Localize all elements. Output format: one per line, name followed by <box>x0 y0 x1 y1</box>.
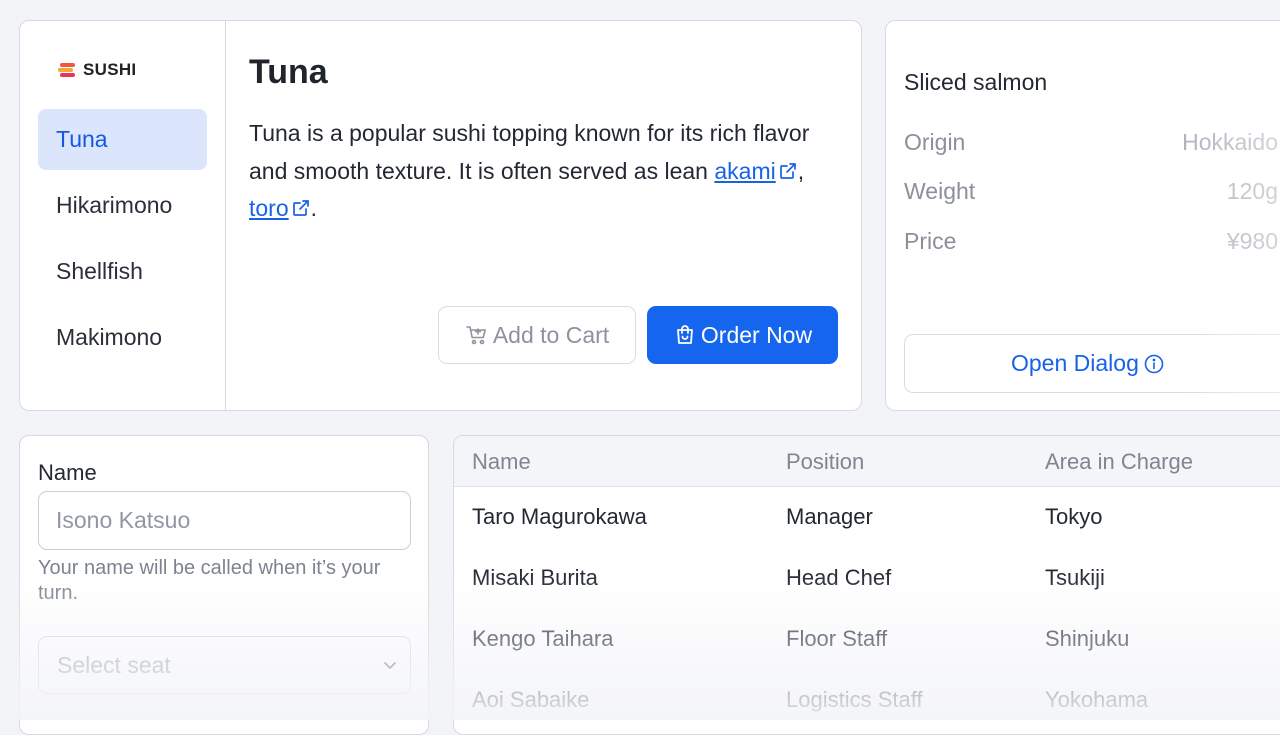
sidebar-item-hikarimono[interactable]: Hikarimono <box>38 175 207 236</box>
link-akami-label: akami <box>714 158 775 184</box>
name-field-label: Name <box>38 460 97 486</box>
salmon-title: Sliced salmon <box>904 69 1047 96</box>
cell-area: Shinjuku <box>1045 626 1129 652</box>
product-card: SUSHI Tuna Hikarimono Shellfish Makimono… <box>19 20 862 411</box>
add-to-cart-button[interactable]: Add to Cart <box>438 306 636 364</box>
seat-select[interactable]: Select seat <box>38 636 411 694</box>
product-content: Tuna Tuna is a popular sushi topping kno… <box>249 21 861 410</box>
add-to-cart-label: Add to Cart <box>493 322 609 349</box>
open-dialog-button[interactable]: Open Dialog <box>904 334 1280 393</box>
product-title: Tuna <box>249 53 328 92</box>
name-help-text: Your name will be called when it’s your … <box>38 556 398 606</box>
reservation-form-card: Name Your name will be called when it’s … <box>19 435 429 735</box>
order-now-label: Order Now <box>701 322 812 349</box>
sidebar: SUSHI Tuna Hikarimono Shellfish Makimono <box>20 21 226 410</box>
spec-value: Hokkaido <box>1182 129 1278 156</box>
cell-name: Kengo Taihara <box>472 626 614 652</box>
cell-position: Logistics Staff <box>786 687 923 713</box>
link-toro-label: toro <box>249 195 289 221</box>
spec-value: ¥980 <box>1227 228 1278 255</box>
cell-area: Tsukiji <box>1045 565 1105 591</box>
cell-position: Floor Staff <box>786 626 887 652</box>
link-separator: , <box>798 158 804 184</box>
spec-row-weight: Weight 120g <box>904 178 1278 205</box>
spec-key: Price <box>904 228 956 255</box>
table-row[interactable]: Kengo Taihara Floor Staff Shinjuku <box>454 609 1280 670</box>
cell-name: Taro Magurokawa <box>472 504 647 530</box>
sidebar-item-makimono[interactable]: Makimono <box>38 307 207 368</box>
staff-table: Name Position Area in Charge Taro Maguro… <box>453 435 1280 735</box>
link-toro[interactable]: toro <box>249 195 311 221</box>
sushi-logo-icon <box>58 63 76 77</box>
brand-name: SUSHI <box>83 60 136 80</box>
order-now-button[interactable]: Order Now <box>647 306 838 364</box>
info-icon <box>1143 353 1165 375</box>
product-description: Tuna is a popular sushi topping known fo… <box>249 115 834 228</box>
spec-value: 120g <box>1227 178 1278 205</box>
sidebar-item-shellfish[interactable]: Shellfish <box>38 241 207 302</box>
column-header-name[interactable]: Name <box>472 449 531 475</box>
sidebar-item-tuna[interactable]: Tuna <box>38 109 207 170</box>
seat-select-placeholder: Select seat <box>57 652 171 679</box>
external-link-icon <box>778 161 798 181</box>
cell-area: Yokohama <box>1045 687 1148 713</box>
cell-position: Head Chef <box>786 565 891 591</box>
spec-key: Origin <box>904 129 965 156</box>
shopping-bag-icon <box>673 323 697 347</box>
spec-row-price: Price ¥980 <box>904 228 1278 255</box>
name-input[interactable] <box>38 491 411 550</box>
open-dialog-label: Open Dialog <box>1011 350 1139 377</box>
cell-area: Tokyo <box>1045 504 1102 530</box>
spec-key: Weight <box>904 178 975 205</box>
table-row[interactable]: Taro Magurokawa Manager Tokyo <box>454 487 1280 548</box>
link-akami[interactable]: akami <box>714 158 797 184</box>
cart-icon <box>465 323 489 347</box>
salmon-card: Sliced salmon Origin Hokkaido Weight 120… <box>885 20 1280 411</box>
table-header: Name Position Area in Charge <box>454 436 1280 487</box>
cell-name: Aoi Sabaike <box>472 687 589 713</box>
table-row[interactable]: Misaki Burita Head Chef Tsukiji <box>454 548 1280 609</box>
table-row[interactable]: Aoi Sabaike Logistics Staff Yokohama <box>454 670 1280 731</box>
cell-position: Manager <box>786 504 873 530</box>
column-header-area[interactable]: Area in Charge <box>1045 449 1193 475</box>
brand: SUSHI <box>58 60 136 80</box>
chevron-down-icon <box>380 655 400 675</box>
cell-name: Misaki Burita <box>472 565 598 591</box>
spec-row-origin: Origin Hokkaido <box>904 129 1278 156</box>
external-link-icon <box>291 198 311 218</box>
end-punctuation: . <box>311 195 317 221</box>
column-header-position[interactable]: Position <box>786 449 864 475</box>
